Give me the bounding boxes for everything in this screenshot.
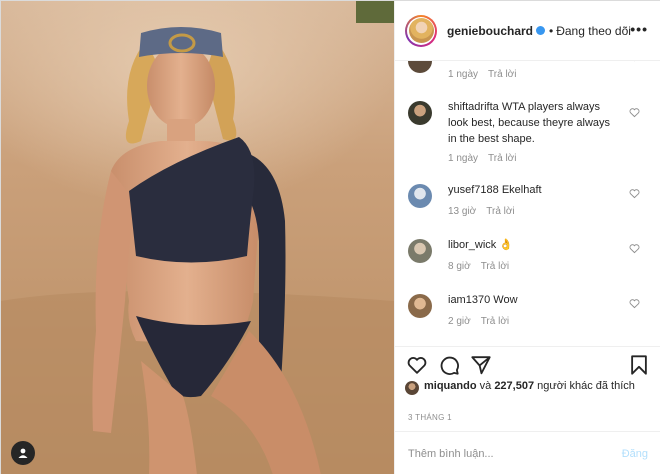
heart-outline-icon[interactable] xyxy=(629,188,640,199)
comment-text: yusef7188 Ekelhaft xyxy=(448,182,618,198)
comment-item: 1 ngày Trả lời xyxy=(395,61,660,89)
post-dialog: geniebouchard • Đang theo dõi ••• 1 ngày… xyxy=(0,0,660,474)
likes-count[interactable]: 227,507 xyxy=(494,380,534,392)
comment-time: 13 giờ xyxy=(448,206,477,217)
photo-illustration xyxy=(1,1,394,474)
comment-input[interactable] xyxy=(408,444,598,464)
comment-body: Ekelhaft xyxy=(501,184,542,196)
likes-connector: và xyxy=(479,380,492,392)
comment-avatar[interactable] xyxy=(408,61,432,73)
separator-dot: • xyxy=(549,23,554,38)
author-username[interactable]: geniebouchard xyxy=(447,24,533,38)
author-avatar[interactable] xyxy=(405,14,437,47)
heart-outline-icon[interactable] xyxy=(629,243,640,254)
post-side-panel: geniebouchard • Đang theo dõi ••• 1 ngày… xyxy=(394,1,660,474)
liker-avatar[interactable] xyxy=(405,381,419,395)
likes-text: miquando và 227,507 người khác đã thích xyxy=(424,379,652,393)
like-icon[interactable] xyxy=(406,354,428,376)
comment-meta: 1 ngày Trả lời xyxy=(448,153,526,164)
save-icon[interactable] xyxy=(628,354,650,376)
more-options-icon[interactable]: ••• xyxy=(630,21,648,37)
post-header: geniebouchard • Đang theo dõi ••• xyxy=(395,1,660,61)
comment-text: libor_wick 👌 xyxy=(448,237,618,253)
post-actions xyxy=(395,346,660,382)
comment-avatar[interactable] xyxy=(408,101,432,125)
comment-item: yusef7188 Ekelhaft 13 giờ Trả lời xyxy=(395,182,660,222)
likes-suffix: người khác đã thích xyxy=(537,380,635,392)
following-button[interactable]: Đang theo dõi xyxy=(556,24,631,38)
comment-username[interactable]: shiftadrifta xyxy=(448,101,499,113)
comment-username[interactable]: libor_wick xyxy=(448,239,496,251)
post-date: 3 THÁNG 1 xyxy=(408,413,452,422)
heart-outline-icon[interactable] xyxy=(629,61,640,62)
comment-meta: 1 ngày Trả lời xyxy=(448,69,526,80)
comment-time: 2 giờ xyxy=(448,316,471,327)
reply-button[interactable]: Trả lời xyxy=(481,261,509,272)
post-comment-button[interactable]: Đăng xyxy=(622,448,648,460)
comment-icon[interactable] xyxy=(438,354,460,376)
comment-item: libor_wick 👌 8 giờ Trả lời xyxy=(395,237,660,277)
comment-text: shiftadrifta WTA players always look bes… xyxy=(448,99,618,147)
share-icon[interactable] xyxy=(470,354,492,376)
comment-item: iam1370 Wow 2 giờ Trả lời xyxy=(395,292,660,332)
reply-button[interactable]: Trả lời xyxy=(481,316,509,327)
user-tag-icon xyxy=(18,448,28,458)
heart-outline-icon[interactable] xyxy=(629,298,640,309)
comment-meta: 2 giờ Trả lời xyxy=(448,316,519,327)
comment-text: iam1370 Wow xyxy=(448,292,618,308)
reply-button[interactable]: Trả lời xyxy=(486,206,514,217)
comment-avatar[interactable] xyxy=(408,184,432,208)
heart-outline-icon[interactable] xyxy=(629,107,640,118)
tagged-users-button[interactable] xyxy=(11,441,35,465)
comments-list[interactable]: 1 ngày Trả lời shiftadrifta WTA players a… xyxy=(395,61,660,346)
comment-body: Wow xyxy=(493,294,518,306)
add-comment-bar: Đăng xyxy=(395,431,660,474)
liker-username[interactable]: miquando xyxy=(424,380,477,392)
comment-username[interactable]: yusef7188 xyxy=(448,184,499,196)
comment-body: 👌 xyxy=(499,239,514,251)
comment-meta: 13 giờ Trả lời xyxy=(448,206,525,217)
comment-avatar[interactable] xyxy=(408,294,432,318)
comment-avatar[interactable] xyxy=(408,239,432,263)
comment-time: 1 ngày xyxy=(448,153,479,164)
reply-button[interactable]: Trả lời xyxy=(488,69,516,80)
post-photo[interactable] xyxy=(1,1,394,474)
verified-icon xyxy=(536,26,546,35)
reply-button[interactable]: Trả lời xyxy=(488,153,516,164)
comment-username[interactable]: iam1370 xyxy=(448,294,490,306)
comment-meta: 8 giờ Trả lời xyxy=(448,261,519,272)
comment-item: shiftadrifta WTA players always look bes… xyxy=(395,99,660,169)
comment-time: 8 giờ xyxy=(448,261,471,272)
comment-time: 1 ngày xyxy=(448,69,479,80)
